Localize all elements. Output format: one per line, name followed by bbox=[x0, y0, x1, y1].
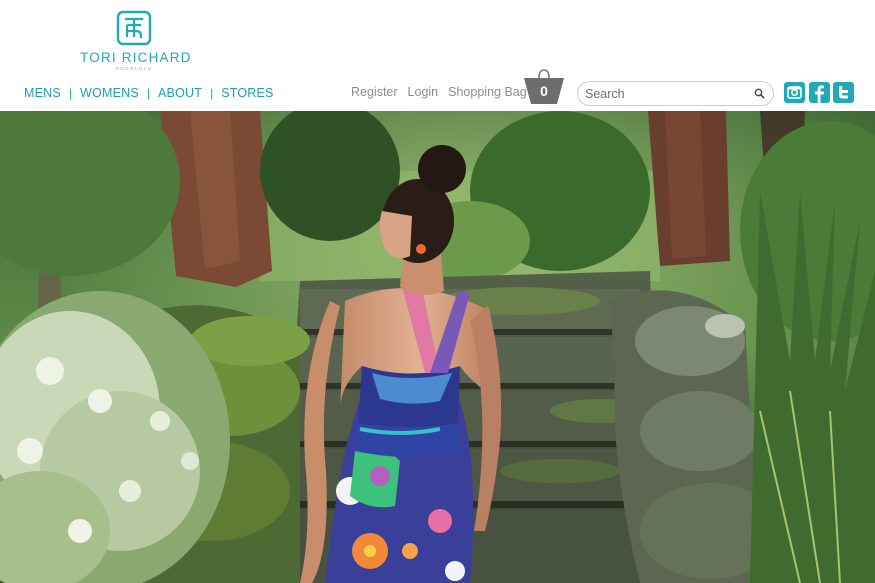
hero-garden-scene bbox=[0, 111, 875, 583]
bag-count: 0 bbox=[540, 83, 548, 99]
facebook-button[interactable] bbox=[809, 82, 830, 103]
nav-about[interactable]: ABOUT bbox=[158, 86, 202, 100]
shopping-bag-link[interactable]: Shopping Bag bbox=[448, 85, 527, 99]
search-box bbox=[577, 81, 774, 106]
login-link[interactable]: Login bbox=[408, 85, 439, 99]
hero-image[interactable] bbox=[0, 111, 875, 583]
brand-city: HONOLULU bbox=[115, 66, 153, 71]
facebook-icon bbox=[815, 85, 824, 103]
twitter-icon bbox=[839, 86, 848, 99]
instagram-icon bbox=[787, 86, 802, 99]
nav-separator: | bbox=[210, 86, 214, 100]
twitter-button[interactable] bbox=[833, 82, 854, 103]
nav-womens[interactable]: WOMENS bbox=[80, 86, 139, 100]
site-header: TORI RICHARD HONOLULU MENS | WOMENS | AB… bbox=[0, 0, 875, 111]
brand-name: TORI RICHARD bbox=[80, 50, 192, 65]
register-link[interactable]: Register bbox=[351, 85, 398, 99]
logo-monogram-icon bbox=[116, 10, 152, 46]
brand-logo[interactable]: TORI RICHARD HONOLULU bbox=[80, 10, 192, 71]
search-icon[interactable] bbox=[754, 88, 765, 99]
instagram-button[interactable] bbox=[784, 82, 805, 103]
nav-separator: | bbox=[146, 86, 151, 100]
search-input[interactable] bbox=[585, 85, 745, 103]
utility-navigation: Register Login Shopping Bag bbox=[351, 85, 537, 99]
main-navigation: MENS | WOMENS | ABOUT | STORES bbox=[24, 86, 274, 100]
nav-separator: | bbox=[68, 86, 73, 100]
nav-mens[interactable]: MENS bbox=[24, 86, 61, 100]
nav-stores[interactable]: STORES bbox=[221, 86, 273, 100]
shopping-bag-button[interactable]: 0 bbox=[523, 68, 565, 106]
